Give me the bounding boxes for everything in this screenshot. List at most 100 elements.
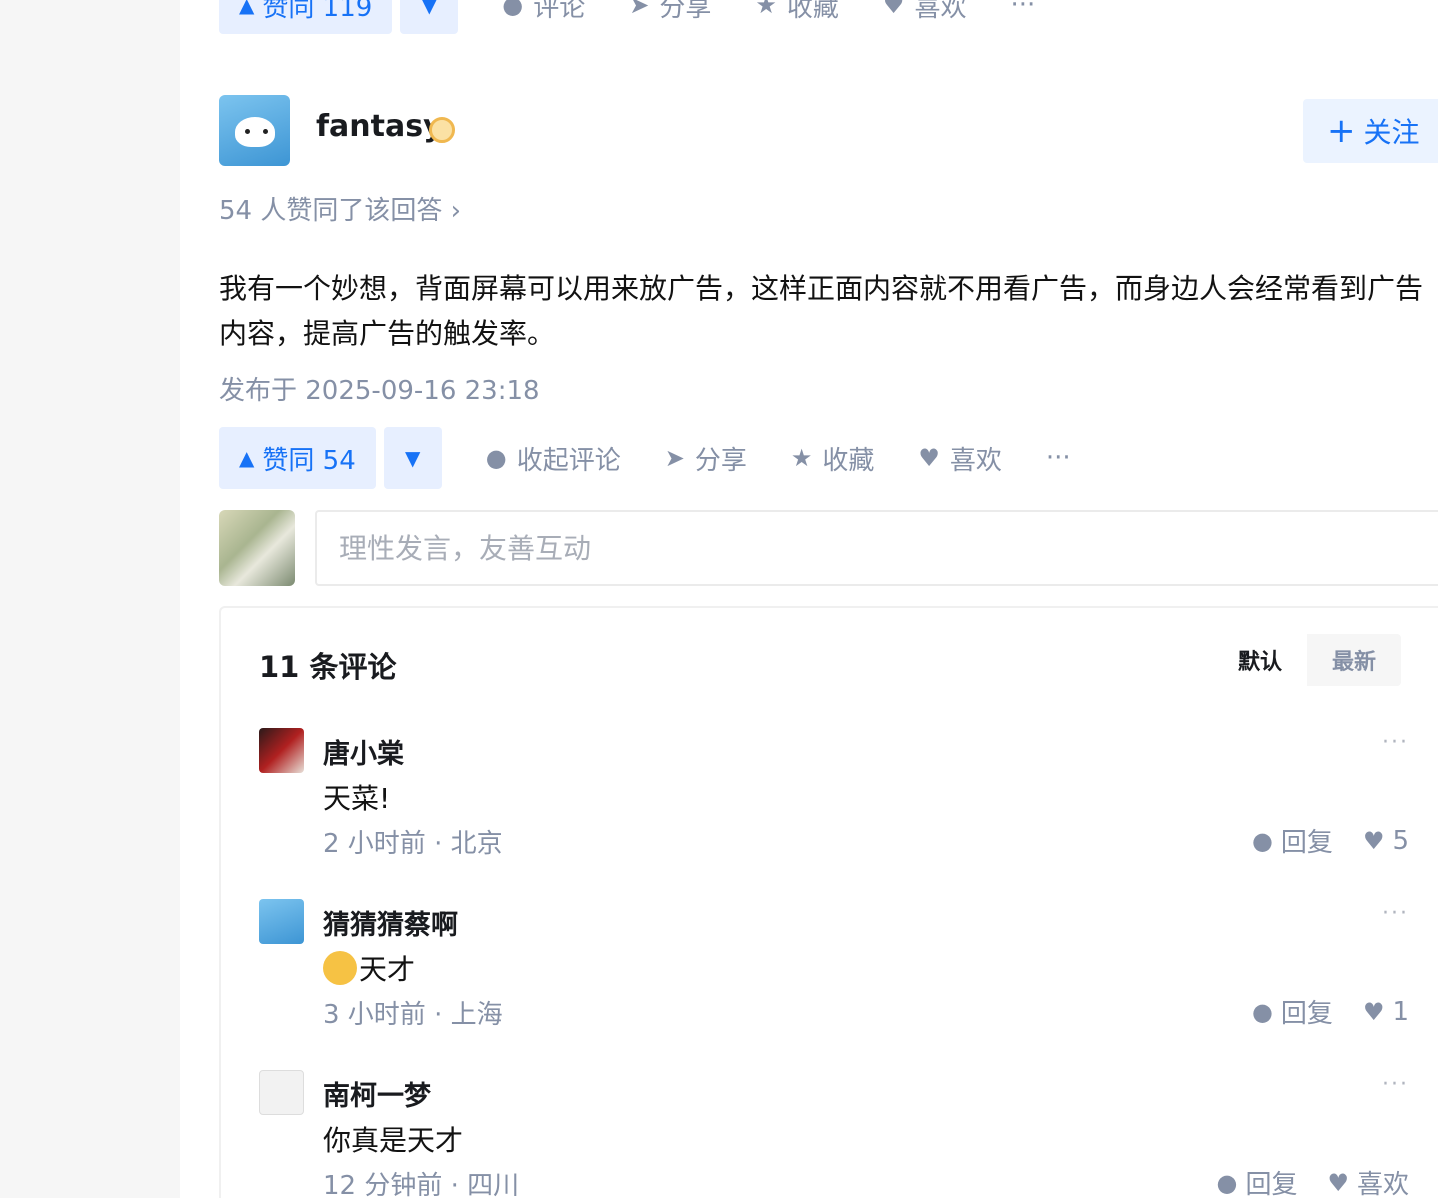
commenter-avatar[interactable]	[259, 1070, 304, 1115]
star-icon: ★	[790, 444, 813, 472]
comment-item: 唐小棠 ··· 天菜! 2 小时前 · 北京 ● 回复 ♥ 5	[259, 728, 1409, 878]
ellipsis-icon[interactable]: ···	[1382, 901, 1409, 926]
ellipsis-icon[interactable]: ···	[1382, 730, 1409, 755]
follow-label: 关注	[1363, 116, 1420, 149]
prev-share-button[interactable]: ➤ 分享	[629, 0, 711, 24]
triangle-down-icon: ▼	[421, 0, 437, 17]
reply-button[interactable]: ● 回复	[1217, 1164, 1298, 1198]
thinking-emoji-icon	[323, 951, 357, 985]
comment-like-count: 5	[1392, 825, 1409, 856]
author-avatar[interactable]	[219, 95, 290, 166]
publish-time: 发布于 2025-09-16 23:18	[219, 376, 540, 406]
comment-bubble-icon: ●	[502, 0, 524, 19]
avatar-eye	[245, 129, 250, 134]
upvote-label: 赞同 54	[262, 445, 356, 476]
upvote-button[interactable]: ▲ 赞同 54	[219, 427, 376, 489]
approve-count-link[interactable]: 54 人赞同了该回答 ›	[219, 190, 461, 227]
comment-like-count: 1	[1392, 996, 1409, 1027]
prev-downvote-button[interactable]: ▼	[400, 0, 459, 34]
commenter-name[interactable]: 唐小棠	[323, 732, 404, 771]
comment-sort-toggle: 默认 最新	[1213, 634, 1401, 686]
collapse-comments-button[interactable]: ● 收起评论	[486, 440, 621, 477]
reply-label: 回复	[1245, 1170, 1298, 1198]
comment-like-button[interactable]: ♥ 5	[1363, 826, 1409, 856]
left-gutter	[0, 0, 180, 1198]
reply-label: 回复	[1280, 999, 1333, 1029]
comment-like-label: 喜欢	[1356, 1170, 1409, 1198]
heart-icon: ♥	[1362, 826, 1385, 855]
comment-meta: 2 小时前 · 北京	[323, 829, 503, 859]
prev-comment-button[interactable]: ● 评论	[502, 0, 585, 24]
prev-like-label: 喜欢	[914, 0, 967, 23]
avatar-face	[235, 117, 275, 147]
comment-bubble-icon: ●	[1251, 997, 1273, 1026]
star-icon: ★	[755, 0, 777, 19]
heart-icon: ♥	[1327, 1168, 1349, 1197]
plus-icon: +	[1327, 111, 1356, 151]
reply-button[interactable]: ● 回复	[1252, 822, 1333, 859]
comment-input[interactable]	[315, 510, 1438, 586]
ellipsis-icon: ···	[1010, 0, 1036, 20]
commenter-name[interactable]: 猜猜猜蔡啊	[323, 903, 458, 942]
commenter-avatar[interactable]	[259, 728, 304, 773]
commenter-name[interactable]: 南柯一梦	[323, 1074, 431, 1113]
comment-actions: ● 回复 ♥ 喜欢	[1187, 1164, 1410, 1198]
more-button[interactable]: ···	[1046, 443, 1071, 473]
prev-like-button[interactable]: ♥ 喜欢	[883, 0, 967, 24]
follow-button[interactable]: + 关注	[1303, 99, 1438, 163]
like-label: 喜欢	[949, 445, 1002, 476]
sort-latest-tab[interactable]: 最新	[1307, 634, 1401, 686]
comment-text: 你真是天才	[323, 1124, 464, 1157]
share-button[interactable]: ➤ 分享	[665, 440, 747, 477]
prev-favorite-button[interactable]: ★ 收藏	[755, 0, 839, 24]
comment-item: 南柯一梦 ··· 你真是天才 12 分钟前 · 四川 ● 回复 ♥ 喜欢	[259, 1070, 1409, 1198]
comment-like-button[interactable]: ♥ 喜欢	[1327, 1164, 1409, 1198]
comment-meta: 3 小时前 · 上海	[323, 1000, 503, 1030]
triangle-up-icon: ▲	[239, 0, 255, 17]
downvote-button[interactable]: ▼	[383, 427, 442, 489]
comment-actions: ● 回复 ♥ 5	[1222, 822, 1409, 859]
author-name[interactable]: fantasy	[316, 109, 443, 144]
prev-share-label: 分享	[659, 0, 712, 23]
prev-answer-actions: ▲ 赞同 119 ▼ ● 评论 ➤ 分享 ★ 收藏 ♥ 喜欢 ···	[219, 0, 1035, 34]
paper-plane-icon: ➤	[664, 444, 685, 472]
favorite-label: 收藏	[822, 445, 875, 476]
comment-input-row	[219, 508, 1438, 586]
commenter-avatar[interactable]	[259, 899, 304, 944]
comment-bubble-icon: ●	[1216, 1168, 1238, 1197]
like-button[interactable]: ♥ 喜欢	[918, 440, 1002, 477]
prev-more-button[interactable]: ···	[1010, 0, 1035, 20]
author-row: fantasy + 关注	[219, 95, 1438, 167]
comment-bubble-icon: ●	[485, 444, 507, 472]
comment-actions: ● 回复 ♥ 1	[1222, 993, 1409, 1030]
ellipsis-icon: ···	[1045, 443, 1071, 473]
reply-label: 回复	[1280, 828, 1333, 858]
comment-item: 猜猜猜蔡啊 ··· 天才 3 小时前 · 上海 ● 回复 ♥ 1	[259, 899, 1409, 1049]
share-label: 分享	[694, 445, 747, 476]
heart-icon: ♥	[1362, 997, 1385, 1026]
reply-button[interactable]: ● 回复	[1252, 993, 1333, 1030]
paper-plane-icon: ➤	[629, 0, 650, 19]
answer-actions: ▲ 赞同 54 ▼ ● 收起评论 ➤ 分享 ★ 收藏 ♥ 喜欢 ···	[219, 427, 1071, 489]
prev-favorite-label: 收藏	[786, 0, 839, 23]
prev-upvote-label: 赞同 119	[262, 0, 373, 23]
favorite-button[interactable]: ★ 收藏	[791, 440, 875, 477]
prev-comment-label: 评论	[533, 0, 586, 23]
sort-default-tab[interactable]: 默认	[1213, 634, 1307, 686]
comment-text: 天才	[359, 953, 416, 986]
collapse-comments-label: 收起评论	[516, 445, 621, 476]
comments-panel: 11 条评论 默认 最新 唐小棠 ··· 天菜! 2 小时前 · 北京 ● 回复…	[219, 606, 1438, 1198]
prev-upvote-button[interactable]: ▲ 赞同 119	[219, 0, 393, 34]
ellipsis-icon[interactable]: ···	[1382, 1072, 1409, 1097]
comment-text-wrap: 天才	[323, 948, 415, 988]
comment-meta: 12 分钟前 · 四川	[323, 1171, 520, 1198]
triangle-up-icon: ▲	[239, 446, 255, 470]
heart-icon: ♥	[918, 444, 940, 472]
triangle-down-icon: ▼	[405, 446, 421, 470]
answer-content: 我有一个妙想，背面屏幕可以用来放广告，这样正面内容就不用看广告，而身边人会经常看…	[219, 272, 1424, 350]
comments-count-title: 11 条评论	[259, 650, 397, 684]
heart-icon: ♥	[882, 0, 905, 19]
comment-bubble-icon: ●	[1251, 826, 1273, 855]
comment-like-button[interactable]: ♥ 1	[1363, 997, 1409, 1027]
current-user-avatar	[219, 510, 295, 586]
